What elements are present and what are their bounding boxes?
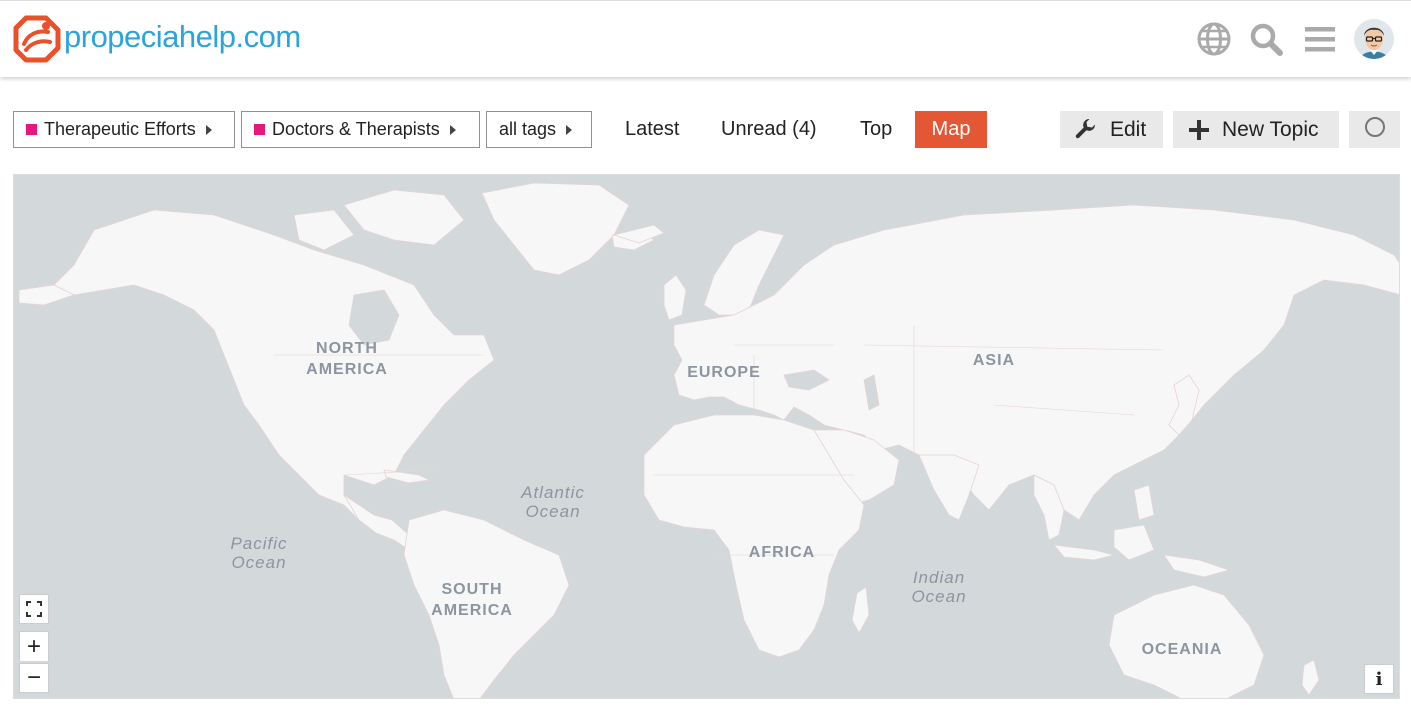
logo-text: propeciahelp.com [64, 19, 301, 54]
caret-right-icon [205, 124, 212, 135]
plus-icon [1188, 119, 1210, 141]
site-header: propeciahelp.com [0, 0, 1411, 77]
tab-label: Top [860, 118, 893, 140]
category-dropdown[interactable]: Therapeutic Efforts [13, 111, 235, 148]
edit-button-label: Edit [1110, 117, 1147, 141]
zoom-in-button[interactable]: + [19, 631, 49, 661]
tab-label: Latest [625, 118, 680, 140]
tags-dropdown-label: all tags [499, 119, 557, 139]
caret-right-icon [449, 124, 456, 135]
globe-icon[interactable] [1194, 19, 1234, 59]
circle-icon [1364, 116, 1386, 144]
tab-map[interactable]: Map [915, 111, 987, 148]
tab-latest[interactable]: Latest [610, 111, 694, 148]
zoom-out-button[interactable]: − [19, 663, 49, 693]
user-avatar[interactable] [1354, 19, 1394, 59]
wrench-icon [1074, 118, 1098, 142]
edit-button[interactable]: Edit [1060, 111, 1163, 148]
caret-right-icon [566, 124, 573, 135]
subcategory-dropdown-label: Doctors & Therapists [272, 119, 440, 139]
category-dropdown-label: Therapeutic Efforts [44, 119, 196, 139]
site-logo[interactable]: propeciahelp.com [12, 13, 301, 65]
world-map-land [18, 182, 1399, 698]
tab-unread[interactable]: Unread (4) [706, 111, 832, 148]
world-map[interactable]: NORTH AMERICA EUROPE ASIA AFRICA SOUTH A… [13, 174, 1400, 699]
search-icon[interactable] [1246, 19, 1286, 59]
subcategory-dropdown[interactable]: Doctors & Therapists [241, 111, 480, 148]
info-icon: i [1375, 668, 1383, 690]
zoom-in-label: + [26, 632, 41, 660]
category-color-swatch [26, 124, 37, 135]
tags-dropdown[interactable]: all tags [486, 111, 592, 148]
subcategory-color-swatch [254, 124, 265, 135]
tab-label: Unread (4) [721, 118, 817, 140]
map-info-button[interactable]: i [1364, 664, 1394, 694]
hamburger-icon[interactable] [1300, 19, 1340, 59]
new-topic-button[interactable]: New Topic [1173, 111, 1339, 148]
new-topic-button-label: New Topic [1222, 117, 1319, 141]
zoom-out-label: − [26, 664, 41, 691]
logo-icon [13, 15, 61, 63]
tab-top[interactable]: Top [845, 111, 907, 148]
notification-level-button[interactable] [1349, 111, 1400, 148]
fullscreen-icon[interactable] [19, 594, 49, 624]
tab-label: Map [931, 118, 971, 140]
